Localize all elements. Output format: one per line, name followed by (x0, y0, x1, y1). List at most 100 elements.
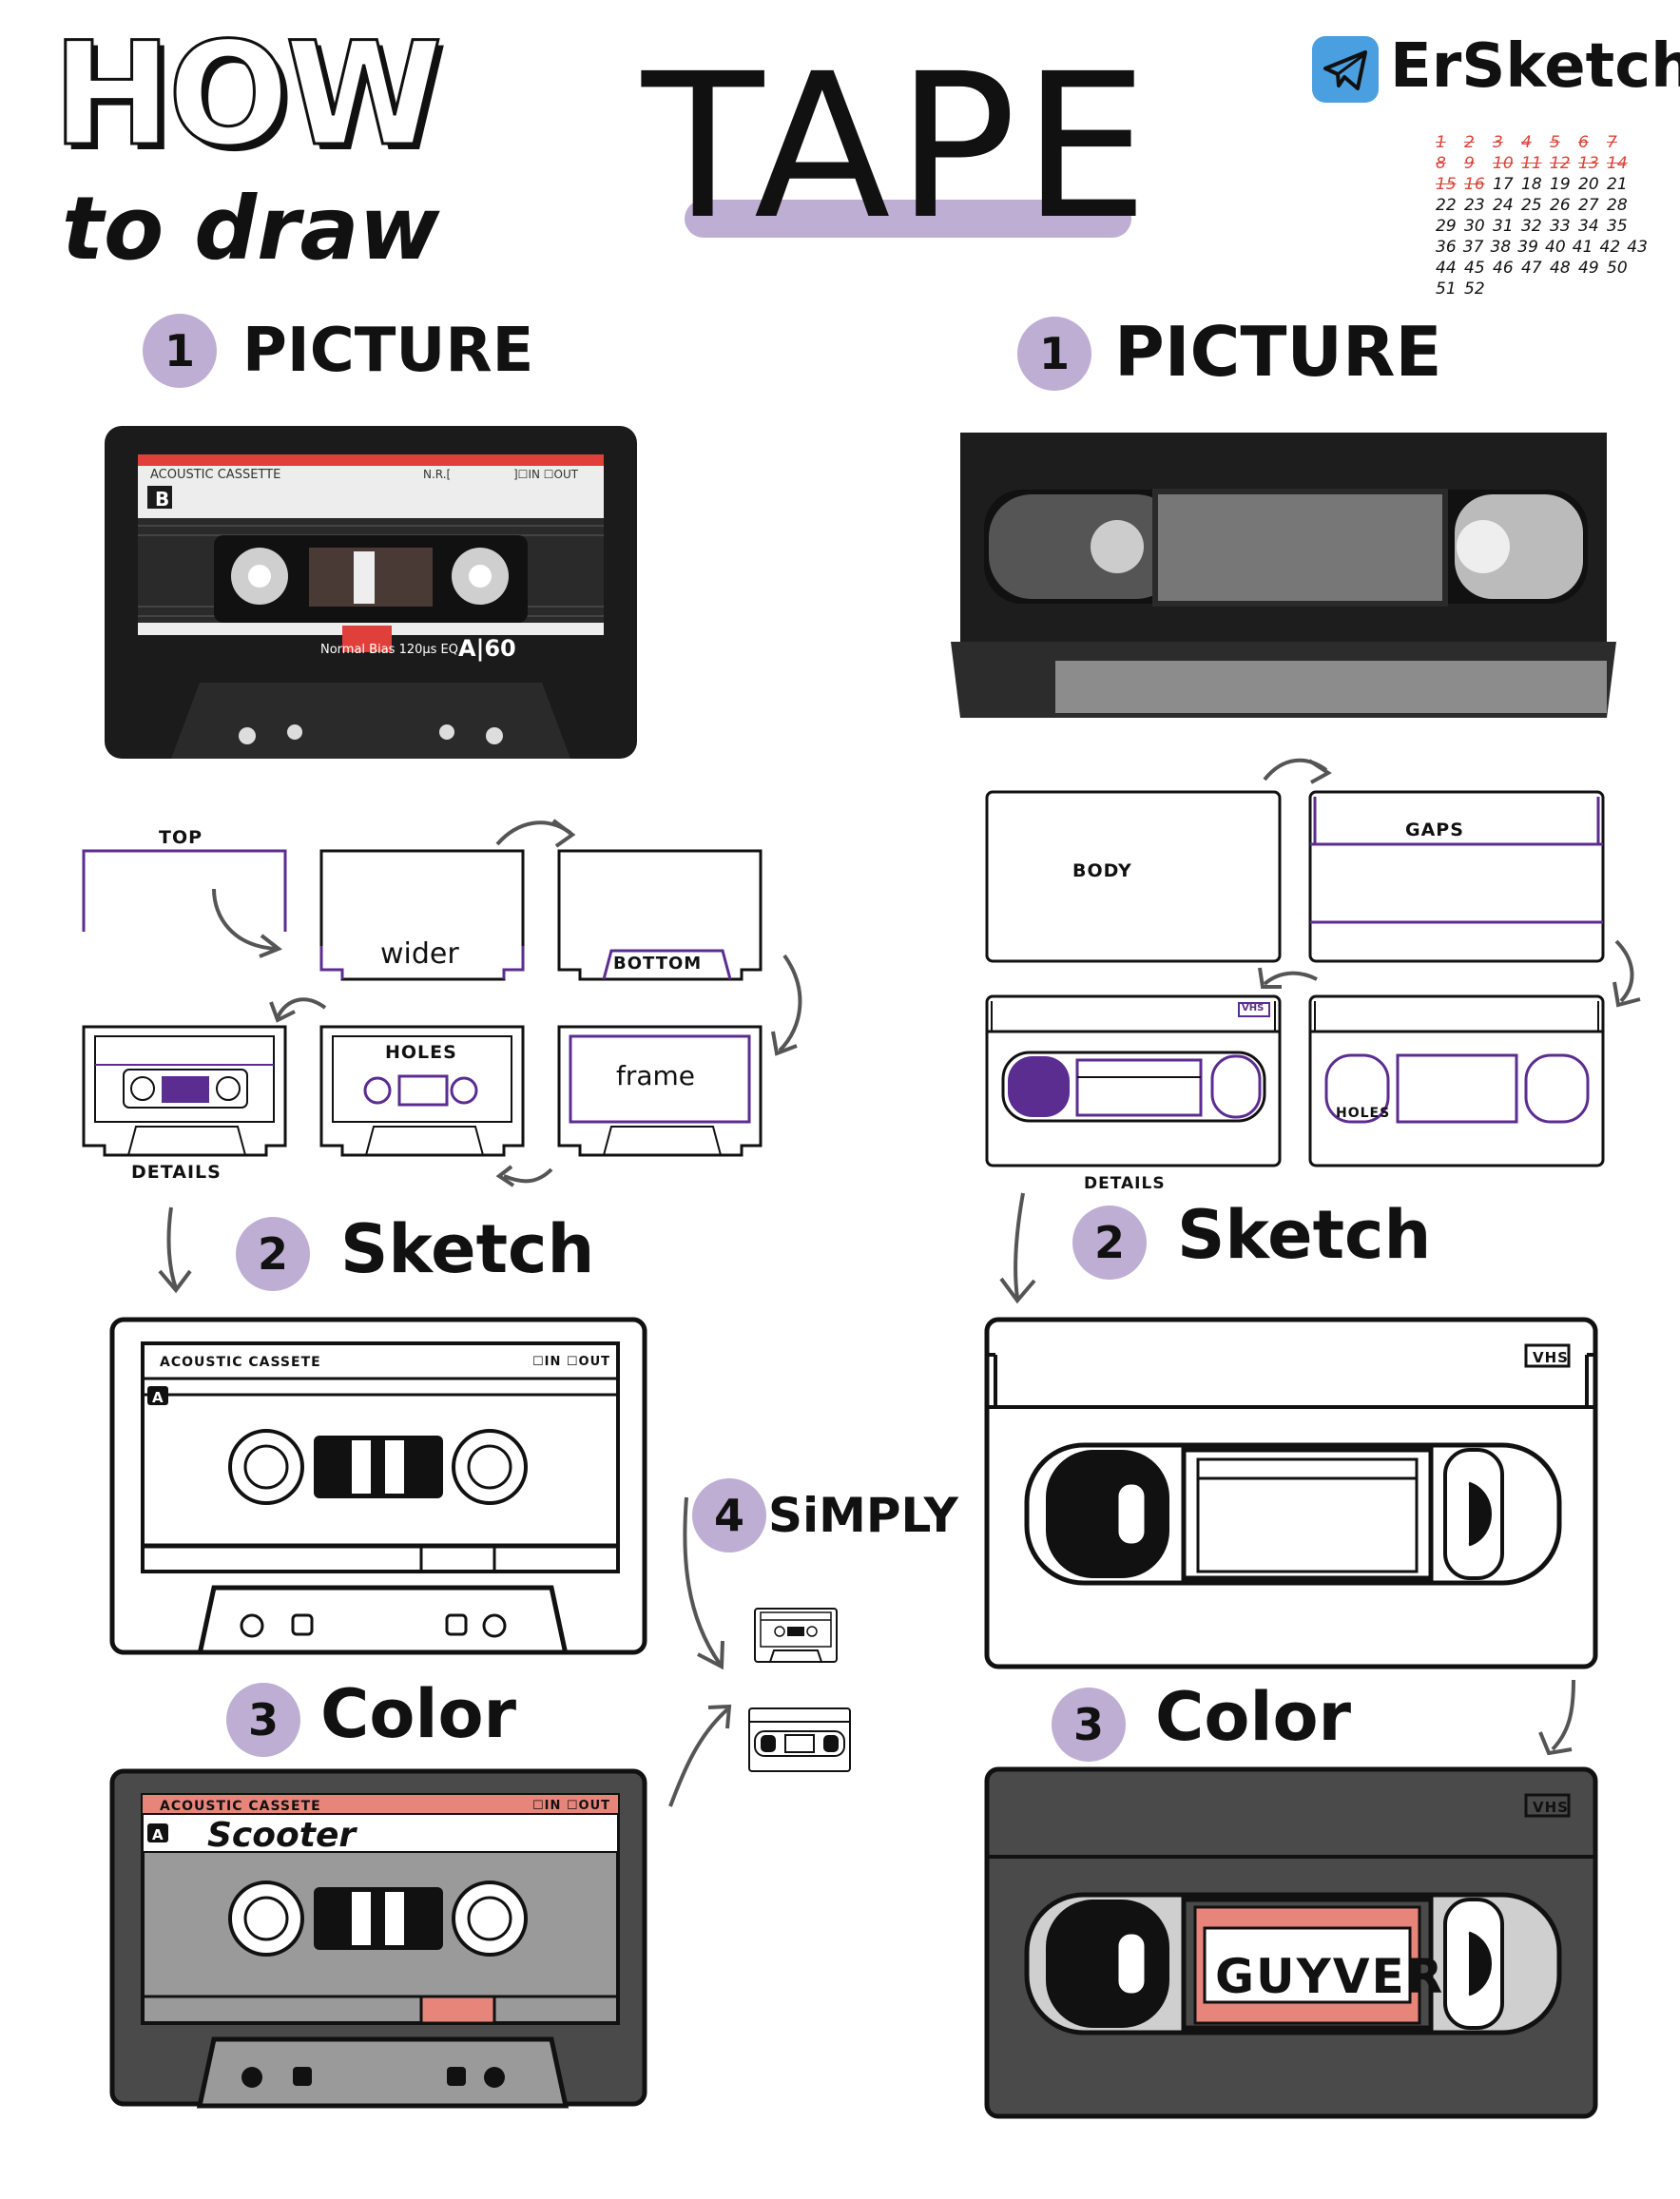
vhs-color (984, 1766, 1598, 2119)
calendar-week: 51 (1436, 280, 1457, 299)
brand-name[interactable]: ErSketch (1390, 36, 1680, 97)
calendar-week: 8 (1436, 154, 1446, 173)
photo-label-text: ACOUSTIC CASSETTE (150, 468, 281, 482)
step-body-drawing (985, 790, 1282, 963)
calendar-week: 7 (1607, 133, 1617, 152)
arrow-holes-to-details-right (1258, 967, 1318, 989)
calendar-week: 21 (1607, 175, 1628, 194)
calendar-week: 41 (1572, 238, 1593, 257)
calendar-week: 9 (1464, 154, 1475, 173)
calendar-week: 28 (1607, 196, 1628, 215)
vhs-sketch-label: VHS (1533, 1349, 1569, 1366)
calendar-row: 44 45 46 47 48 49 50 (1436, 259, 1654, 280)
calendar-week: 29 (1436, 217, 1457, 236)
right-step3-label: Color (1155, 1678, 1352, 1756)
calendar-week: 5 (1550, 133, 1560, 152)
sketch-inout-text: ☐IN ☐OUT (532, 1355, 611, 1369)
left-step3-badge: 3 (226, 1683, 300, 1757)
color-label-text: ACOUSTIC CASSETE (160, 1799, 321, 1814)
calendar-week: 3 (1493, 133, 1503, 152)
arrow-gaps-to-holes (1612, 939, 1641, 1008)
calendar-week: 44 (1436, 259, 1457, 278)
calendar-week: 36 (1436, 238, 1457, 257)
calendar-week: 40 (1545, 238, 1566, 257)
right-step3-badge: 3 (1052, 1688, 1126, 1762)
right-step1-badge: 1 (1017, 317, 1091, 391)
calendar-week: 49 (1578, 259, 1599, 278)
arrow-wider-to-bottom (495, 819, 576, 848)
calendar-week: 31 (1493, 217, 1514, 236)
arrow-details-to-sketch-right (999, 1192, 1036, 1304)
calendar-week: 17 (1493, 175, 1514, 194)
calendar-week: 11 (1521, 154, 1542, 173)
calendar-week: 24 (1493, 196, 1514, 215)
calendar-week: 2 (1464, 133, 1475, 152)
photo-bias-text: Normal Bias 120μs EQ (320, 643, 459, 657)
step-gaps-drawing (1308, 790, 1605, 963)
right-step2-badge: 2 (1072, 1206, 1147, 1280)
arrow-body-to-gaps (1263, 758, 1332, 784)
step-holes-right-label: HOLES (1336, 1106, 1391, 1121)
right-step1-label: PICTURE (1114, 312, 1442, 392)
how-title: HOW (51, 12, 445, 178)
to-draw-subtitle: to draw (62, 178, 440, 280)
step-top-drawing (82, 849, 287, 958)
step-details-label: DETAILS (131, 1162, 222, 1183)
calendar-week: 18 (1521, 175, 1542, 194)
calendar-week: 25 (1521, 196, 1542, 215)
calendar-row: 22 23 24 25 26 27 28 (1436, 196, 1654, 217)
calendar-week: 37 (1462, 238, 1484, 257)
photo-inout-text: ]☐IN ☐OUT (513, 468, 579, 481)
left-step4-badge: 4 (692, 1478, 766, 1553)
color-inout-text: ☐IN ☐OUT (532, 1799, 611, 1813)
calendar-week: 20 (1578, 175, 1599, 194)
left-step4-label: SiMPLY (768, 1488, 958, 1543)
page-title: TAPE (642, 30, 1154, 263)
calendar-week: 23 (1464, 196, 1485, 215)
left-step1-badge: 1 (143, 314, 217, 388)
calendar-week: 46 (1493, 259, 1514, 278)
step-frame-label: frame (616, 1060, 696, 1091)
calendar-row: 15 16 17 18 19 20 21 (1436, 175, 1654, 196)
calendar-week: 35 (1607, 217, 1628, 236)
calendar-week: 38 (1490, 238, 1512, 257)
step-bottom-label: BOTTOM (613, 954, 703, 974)
left-step2-label: Sketch (340, 1210, 595, 1288)
calendar-week: 26 (1550, 196, 1571, 215)
calendar-week: 52 (1464, 280, 1485, 299)
calendar-week: 14 (1607, 154, 1628, 173)
step-details-right-vhs: VHS (1242, 1003, 1265, 1013)
photo-model-text: A|60 (458, 635, 516, 662)
calendar-week: 47 (1521, 259, 1542, 278)
calendar-week: 50 (1607, 259, 1628, 278)
calendar-week: 12 (1550, 154, 1571, 173)
telegram-icon[interactable] (1312, 36, 1379, 103)
calendar-week: 13 (1578, 154, 1599, 173)
arrow-details-to-sketch (158, 1206, 192, 1294)
vhs-color-label: VHS (1533, 1799, 1569, 1816)
step-details-drawing (82, 1025, 287, 1157)
left-step2-badge: 2 (236, 1217, 310, 1291)
calendar-week: 42 (1599, 238, 1621, 257)
step-details-right-drawing (985, 994, 1282, 1167)
calendar-row: 8 9 10 11 12 13 14 (1436, 154, 1654, 175)
step-body-label: BODY (1072, 860, 1132, 881)
step-holes-right-drawing (1308, 994, 1605, 1167)
calendar-week: 33 (1550, 217, 1571, 236)
calendar-row: 51 52 (1436, 280, 1654, 300)
photo-side-text: B (155, 488, 170, 511)
calendar-week: 27 (1578, 196, 1599, 215)
calendar-row: 1234567 (1436, 133, 1654, 154)
week-calendar: 1 2 3 4 5 6 7 8 9 10 11 12 13 14 15 16 17 18 19 20 21 22 23 24 2… (1436, 133, 1654, 300)
calendar-week: 16 (1464, 175, 1485, 194)
simple-cassette-sketch (754, 1608, 838, 1663)
calendar-row: 29 30 31 32 33 34 35 (1436, 217, 1654, 238)
calendar-week: 6 (1578, 133, 1589, 152)
calendar-week: 34 (1578, 217, 1599, 236)
arrow-color-to-simply (668, 1704, 732, 1807)
color-title-text: Scooter (207, 1816, 357, 1855)
calendar-week: 45 (1464, 259, 1485, 278)
arrow-sketch-to-color-right (1538, 1679, 1575, 1756)
step-top-label: TOP (159, 827, 203, 848)
calendar-week: 19 (1550, 175, 1571, 194)
